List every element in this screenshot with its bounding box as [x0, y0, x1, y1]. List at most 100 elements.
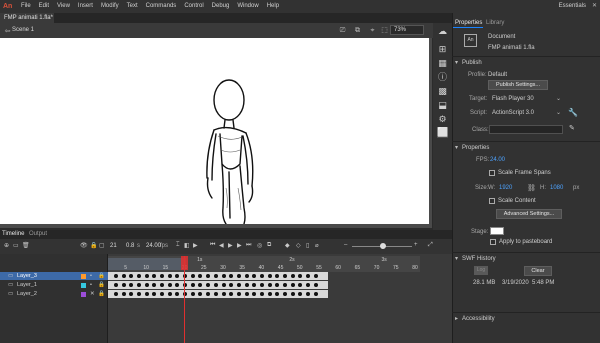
- align-icon[interactable]: ⊞: [437, 44, 448, 55]
- publish-settings-button[interactable]: Publish Settings...: [488, 80, 548, 90]
- keyframe[interactable]: [259, 292, 264, 296]
- log-button[interactable]: Log: [474, 266, 488, 275]
- keyframe[interactable]: [137, 274, 142, 278]
- expand-accessibility-icon[interactable]: ▸: [455, 315, 458, 322]
- new-folder-icon[interactable]: ▭: [13, 242, 19, 249]
- scale-frame-spans-checkbox[interactable]: [489, 170, 495, 176]
- keyframe[interactable]: [190, 283, 195, 287]
- keyframe[interactable]: [206, 292, 211, 296]
- keyframe[interactable]: [221, 274, 226, 278]
- scene-label[interactable]: Scene 1: [12, 27, 34, 33]
- menu-item-modify[interactable]: Modify: [97, 0, 123, 13]
- elapsed-time[interactable]: 0.8: [126, 243, 134, 249]
- edit-multiple-frames-icon[interactable]: ⧉: [267, 242, 271, 249]
- clip-content-icon[interactable]: ⬚: [380, 26, 389, 35]
- keyframe[interactable]: [167, 283, 172, 287]
- visible-dot-icon[interactable]: •: [90, 281, 92, 289]
- keyframe[interactable]: [244, 283, 249, 287]
- wrench-icon[interactable]: 🔧: [568, 108, 578, 117]
- show-layers-icon[interactable]: 👁: [80, 242, 88, 249]
- delete-layer-icon[interactable]: 🗑: [22, 242, 30, 249]
- layer-color-swatch[interactable]: [81, 273, 86, 279]
- width-value[interactable]: 1920: [499, 185, 512, 191]
- keyframe[interactable]: [190, 292, 195, 296]
- tab-properties[interactable]: Properties: [455, 20, 482, 26]
- collapse-swf-history-icon[interactable]: ▾: [455, 255, 458, 262]
- keyframe[interactable]: [137, 283, 142, 287]
- link-dimensions-icon[interactable]: ⛓: [527, 184, 536, 192]
- menu-item-debug[interactable]: Debug: [208, 0, 234, 13]
- lock-layers-icon[interactable]: 🔒: [90, 242, 97, 249]
- keyframe[interactable]: [267, 292, 272, 296]
- keyframe[interactable]: [290, 283, 295, 287]
- keyframe[interactable]: [244, 292, 249, 296]
- script-dropdown-icon[interactable]: ⌄: [556, 109, 561, 116]
- keyframe[interactable]: [160, 274, 165, 278]
- keyframe[interactable]: [298, 283, 303, 287]
- tab-output[interactable]: Output: [29, 231, 47, 237]
- back-arrow-icon[interactable]: ⇦: [3, 27, 12, 36]
- keyframe[interactable]: [206, 274, 211, 278]
- keyframe[interactable]: [236, 292, 241, 296]
- keyframe[interactable]: [206, 283, 211, 287]
- workspace-switcher[interactable]: Essentials: [559, 0, 586, 13]
- insert-blank-keyframe-icon[interactable]: ◇: [296, 242, 301, 249]
- keyframe[interactable]: [198, 274, 203, 278]
- keyframe[interactable]: [175, 274, 180, 278]
- keyframe[interactable]: [144, 274, 149, 278]
- keyframe[interactable]: [121, 283, 126, 287]
- new-layer-icon[interactable]: ⊕: [4, 242, 9, 249]
- target-select[interactable]: Flash Player 30: [492, 96, 534, 102]
- play-icon[interactable]: ▶: [228, 242, 233, 249]
- keyframe[interactable]: [152, 274, 157, 278]
- class-field[interactable]: [489, 125, 563, 134]
- stage-horizontal-scrollbar[interactable]: [0, 224, 432, 228]
- height-value[interactable]: 1080: [550, 185, 563, 191]
- center-stage-icon[interactable]: ⌖: [368, 26, 377, 35]
- keyframe[interactable]: [129, 274, 134, 278]
- keyframe[interactable]: [114, 274, 118, 278]
- target-dropdown-icon[interactable]: ⌄: [556, 95, 561, 102]
- tab-timeline[interactable]: Timeline: [2, 231, 24, 237]
- layer-row[interactable]: ▭ Layer_2 ✕ 🔒: [0, 290, 108, 298]
- keyframe[interactable]: [267, 274, 272, 278]
- menu-item-commands[interactable]: Commands: [142, 0, 181, 13]
- keyframe[interactable]: [275, 274, 280, 278]
- frame-row[interactable]: [108, 281, 328, 289]
- keyframe[interactable]: [275, 283, 280, 287]
- edit-scene-icon[interactable]: ⎚: [338, 26, 347, 35]
- keyframe[interactable]: [275, 292, 280, 296]
- zoom-slider-thumb[interactable]: [380, 243, 386, 249]
- expand-timeline-icon[interactable]: ⤢: [428, 242, 433, 249]
- layer-row[interactable]: ▭ Layer_1 • 🔒: [0, 281, 108, 289]
- code-snippets-icon[interactable]: ⬜: [437, 127, 448, 138]
- pencil-icon[interactable]: ✎: [569, 124, 575, 132]
- frame-row[interactable]: [108, 272, 328, 280]
- current-frame[interactable]: 21: [110, 243, 117, 249]
- onion-skin-icon[interactable]: ◎: [257, 242, 262, 249]
- step-back-icon[interactable]: ▶: [193, 242, 198, 249]
- keyframe[interactable]: [221, 292, 226, 296]
- tab-library[interactable]: Library: [486, 20, 504, 26]
- document-tab[interactable]: FMP animati 1.fla*: [0, 13, 54, 23]
- keyframe[interactable]: [175, 283, 180, 287]
- keyframe[interactable]: [290, 274, 295, 278]
- last-frame-icon[interactable]: ⏭: [246, 242, 251, 249]
- keyframe[interactable]: [121, 274, 126, 278]
- keyframe[interactable]: [129, 283, 134, 287]
- keyframe[interactable]: [229, 283, 234, 287]
- keyframe[interactable]: [306, 292, 310, 296]
- keyframe[interactable]: [298, 292, 303, 296]
- keyframe[interactable]: [252, 274, 257, 278]
- prev-frame-icon[interactable]: ◀: [219, 242, 224, 249]
- keyframe[interactable]: [190, 274, 195, 278]
- visible-dot-icon[interactable]: •: [90, 272, 92, 280]
- keyframe[interactable]: [282, 292, 287, 296]
- stage-color-swatch[interactable]: [490, 227, 504, 235]
- keyframe[interactable]: [129, 292, 134, 296]
- menu-item-insert[interactable]: Insert: [74, 0, 97, 13]
- keyframe[interactable]: [236, 274, 241, 278]
- stage-canvas[interactable]: [0, 38, 429, 225]
- keyframe[interactable]: [144, 283, 149, 287]
- collapse-properties-icon[interactable]: ▾: [455, 144, 458, 151]
